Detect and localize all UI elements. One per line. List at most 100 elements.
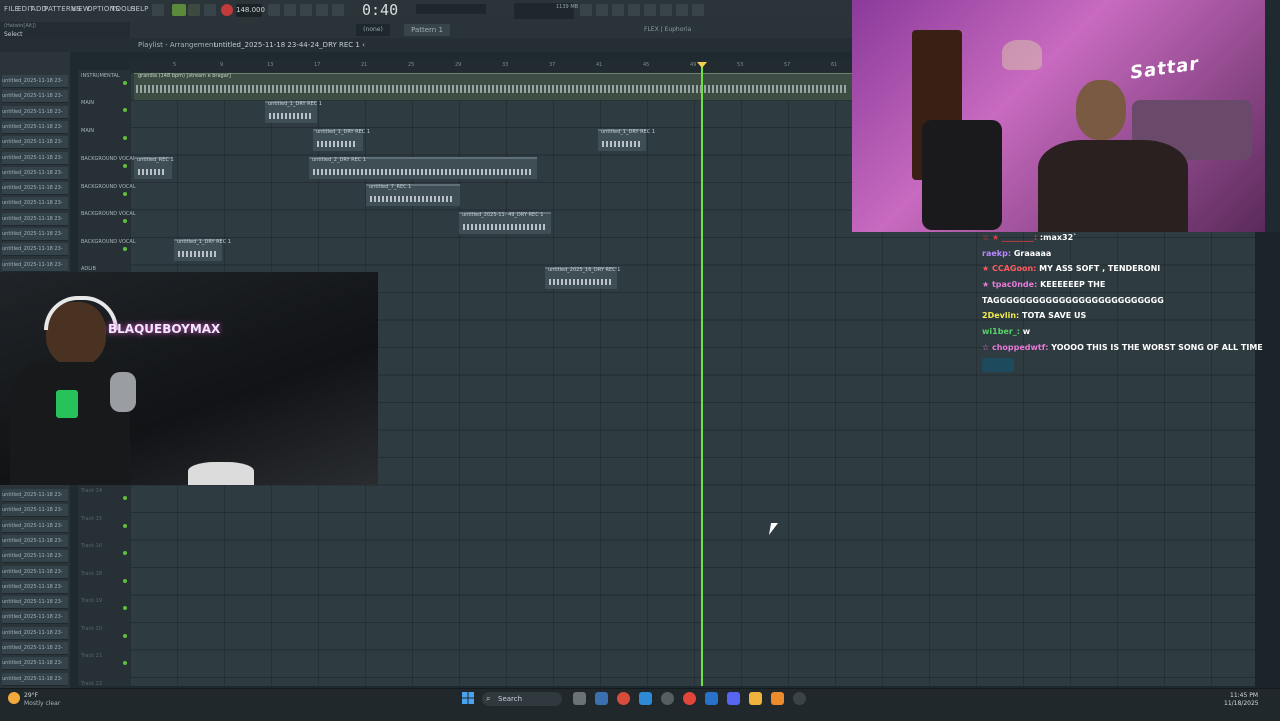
browser-item[interactable]: untitled_2025-11-18 23- xyxy=(2,550,68,564)
browser-item[interactable]: untitled_2025-11-18 23- xyxy=(2,212,68,226)
browser-item[interactable]: untitled_2025-11-18 23- xyxy=(2,611,68,625)
info-icon[interactable] xyxy=(676,4,688,16)
chat-username[interactable]: raekp: xyxy=(982,249,1011,258)
track-mute-led[interactable] xyxy=(123,81,127,85)
browser-item[interactable]: untitled_2025-11-18 23- xyxy=(2,90,68,104)
plugin-preset-label[interactable]: FLEX | Euphoria xyxy=(644,26,691,33)
channel-rack-icon[interactable] xyxy=(660,4,672,16)
tempo-display[interactable]: 148.000 xyxy=(236,4,265,17)
step-edit-icon[interactable] xyxy=(332,4,344,16)
weather-icon[interactable] xyxy=(8,692,20,704)
playhead[interactable] xyxy=(701,62,703,686)
browser-item[interactable]: untitled_2025-11-18 23- xyxy=(2,197,68,211)
browser-item[interactable]: untitled_2025-11-18 23- xyxy=(2,243,68,257)
browser-item[interactable]: untitled_2025-11-18 23- xyxy=(2,120,68,134)
loop-record-icon[interactable] xyxy=(316,4,328,16)
track-mute-led[interactable] xyxy=(123,136,127,140)
browser-item[interactable]: untitled_2025-11-18 23- xyxy=(2,228,68,241)
song-mode-toggle[interactable] xyxy=(172,4,186,16)
task-view-icon[interactable] xyxy=(573,692,586,705)
track-mute-led[interactable] xyxy=(123,633,127,638)
weather-temp[interactable]: 29°F xyxy=(24,692,38,699)
folder-icon[interactable] xyxy=(749,692,762,705)
browser-item[interactable]: untitled_2025-11-18 23- xyxy=(2,151,68,165)
browser-item[interactable]: untitled_2025-11-18 23- xyxy=(2,105,68,119)
wait-icon[interactable] xyxy=(284,4,296,16)
chat-username[interactable]: ★ CCAGoon: xyxy=(982,264,1036,273)
close-icon[interactable] xyxy=(596,4,608,16)
track-name[interactable]: BACKGROUND VOCAL xyxy=(81,239,136,245)
browser-item[interactable]: untitled_2025-11-18 23- xyxy=(2,519,68,533)
metronome-icon[interactable] xyxy=(152,4,164,16)
mic-icon[interactable] xyxy=(612,4,624,16)
fl-studio-icon[interactable] xyxy=(771,692,784,705)
track-mute-led[interactable] xyxy=(123,661,127,665)
track-name[interactable]: BACKGROUND VOCAL xyxy=(81,184,136,190)
track-name[interactable]: MAIN xyxy=(81,128,94,134)
track-name[interactable]: Track 22 xyxy=(81,681,102,687)
countdown-icon[interactable] xyxy=(300,4,312,16)
stop-button[interactable] xyxy=(204,4,216,16)
browser-item[interactable]: untitled_2025-11-18 23- xyxy=(2,75,68,88)
browser-item[interactable]: untitled_2025-11-18 23- xyxy=(2,626,68,640)
track-mute-led[interactable] xyxy=(123,523,127,528)
track-name[interactable]: INSTRUMENTAL xyxy=(81,73,120,79)
track-mute-led[interactable] xyxy=(123,551,127,555)
track-mute-led[interactable] xyxy=(123,164,127,168)
browser-item[interactable]: untitled_2025-11-18 23- xyxy=(2,596,68,610)
file-explorer-icon[interactable] xyxy=(595,692,608,705)
track-name[interactable]: BACKGROUND VOCAL xyxy=(81,156,136,162)
windows-start-icon[interactable] xyxy=(462,692,474,704)
browser-item[interactable]: untitled_2025-11-18 23- xyxy=(2,136,68,150)
browser-item[interactable]: untitled_2025-11-18 23- xyxy=(2,258,68,272)
weather-desc[interactable]: Mostly clear xyxy=(24,700,60,707)
track-name[interactable]: Track 16 xyxy=(81,543,102,549)
track-name[interactable]: Track 18 xyxy=(81,571,102,577)
discord-icon[interactable] xyxy=(727,692,740,705)
browser-item[interactable]: untitled_2025-11-18 23- xyxy=(2,182,68,196)
play-button[interactable] xyxy=(188,4,200,16)
clock-time[interactable]: 11:45 PM xyxy=(1230,692,1258,699)
obs-icon[interactable] xyxy=(793,692,806,705)
browser-item[interactable]: untitled_2025-11-18 23- xyxy=(2,672,68,686)
browser-item[interactable]: untitled_2025-11-18 23- xyxy=(2,580,68,594)
track-mute-led[interactable] xyxy=(123,192,127,196)
pattern-tool-icon[interactable] xyxy=(268,4,280,16)
chat-username[interactable]: 2Devlin: xyxy=(982,311,1019,320)
track-name[interactable]: Track 21 xyxy=(81,653,102,659)
record-button[interactable] xyxy=(221,4,233,16)
pattern-select[interactable]: Pattern 1 xyxy=(404,24,450,36)
browser-item[interactable]: untitled_2025-11-18 23- xyxy=(2,657,68,671)
chat-username[interactable]: ☆ ★ ________: xyxy=(982,233,1037,242)
browser-item[interactable]: untitled_2025-11-18 23- xyxy=(2,166,68,180)
plugin-icon[interactable] xyxy=(692,4,704,16)
refresh-icon[interactable] xyxy=(580,4,592,16)
track-mute-led[interactable] xyxy=(123,108,127,112)
track-mute-led[interactable] xyxy=(123,496,127,500)
track-mute-led[interactable] xyxy=(123,606,127,610)
browser-item[interactable]: untitled_2025-11-18 23- xyxy=(2,565,68,579)
chat-username[interactable]: wi1ber_: xyxy=(982,327,1020,336)
track-name[interactable]: Track 19 xyxy=(81,598,102,604)
track-name[interactable]: Track 20 xyxy=(81,626,102,632)
track-mute-led[interactable] xyxy=(123,247,127,251)
app-icon[interactable] xyxy=(661,692,674,705)
browser-item[interactable]: untitled_2025-11-18 23- xyxy=(2,504,68,518)
track-mute-led[interactable] xyxy=(123,219,127,223)
question-icon[interactable] xyxy=(628,4,640,16)
instrumental-clip[interactable] xyxy=(134,73,852,100)
snap-select[interactable]: (none) xyxy=(356,24,390,36)
track-mute-led[interactable] xyxy=(123,578,127,583)
track-name[interactable]: BACKGROUND VOCAL xyxy=(81,211,136,217)
media-icon[interactable] xyxy=(683,692,696,705)
store-icon[interactable] xyxy=(639,692,652,705)
window-icon[interactable] xyxy=(705,692,718,705)
chat-username[interactable]: ★ tpac0nde: xyxy=(982,280,1037,289)
chat-username[interactable]: ☆ choppedwtf: xyxy=(982,343,1048,352)
browser-item[interactable]: untitled_2025-11-18 23- xyxy=(2,642,68,655)
track-name[interactable]: Track 15 xyxy=(81,516,102,522)
mixer-icon[interactable] xyxy=(644,4,656,16)
chrome-icon[interactable] xyxy=(617,692,630,705)
playhead-marker[interactable] xyxy=(697,62,707,68)
browser-item[interactable]: untitled_2025-11-18 23- xyxy=(2,534,68,548)
